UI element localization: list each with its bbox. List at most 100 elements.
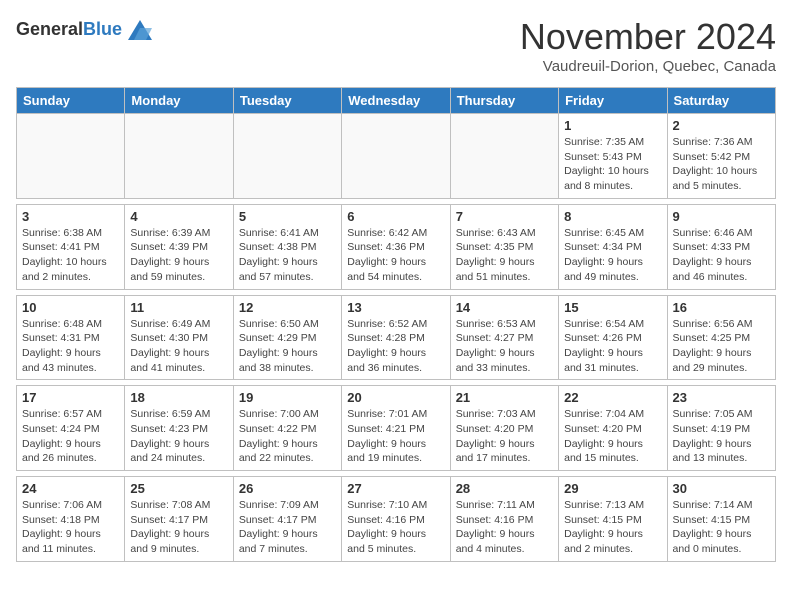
week-row-2: 3Sunrise: 6:38 AM Sunset: 4:41 PM Daylig… (17, 204, 776, 289)
day-cell: 11 Sunrise: 6:49 AM Sunset: 4:30 PM Dayli… (125, 295, 233, 380)
day-cell (342, 114, 450, 199)
day-info: Sunrise: 7:05 AM Sunset: 4:19 PM Dayligh… (673, 407, 770, 466)
weekday-header-thursday: Thursday (450, 88, 558, 114)
day-info: Sunrise: 7:00 AM Sunset: 4:22 PM Dayligh… (239, 407, 336, 466)
logo: GeneralBlue (16, 16, 156, 44)
day-number: 27 (347, 481, 444, 496)
day-info: Sunrise: 6:43 AM Sunset: 4:35 PM Dayligh… (456, 226, 553, 285)
day-info: Sunrise: 6:53 AM Sunset: 4:27 PM Dayligh… (456, 317, 553, 376)
day-number: 6 (347, 209, 444, 224)
day-number: 17 (22, 390, 119, 405)
day-number: 16 (673, 300, 770, 315)
day-number: 14 (456, 300, 553, 315)
day-info: Sunrise: 6:57 AM Sunset: 4:24 PM Dayligh… (22, 407, 119, 466)
day-number: 20 (347, 390, 444, 405)
day-info: Sunrise: 7:06 AM Sunset: 4:18 PM Dayligh… (22, 498, 119, 557)
day-number: 11 (130, 300, 227, 315)
day-info: Sunrise: 7:10 AM Sunset: 4:16 PM Dayligh… (347, 498, 444, 557)
day-number: 30 (673, 481, 770, 496)
logo-general-text: General (16, 19, 83, 39)
day-number: 10 (22, 300, 119, 315)
day-cell (125, 114, 233, 199)
day-cell: 2 Sunrise: 7:36 AM Sunset: 5:42 PM Daylig… (667, 114, 775, 199)
weekday-header-monday: Monday (125, 88, 233, 114)
day-number: 8 (564, 209, 661, 224)
day-cell: 10 Sunrise: 6:48 AM Sunset: 4:31 PM Dayli… (17, 295, 125, 380)
day-cell (17, 114, 125, 199)
day-info: Sunrise: 6:42 AM Sunset: 4:36 PM Dayligh… (347, 226, 444, 285)
day-cell: 28 Sunrise: 7:11 AM Sunset: 4:16 PM Dayli… (450, 477, 558, 562)
week-row-4: 17 Sunrise: 6:57 AM Sunset: 4:24 PM Dayli… (17, 386, 776, 471)
title-block: November 2024 Vaudreuil-Dorion, Quebec, … (520, 16, 776, 75)
day-cell: 23Sunrise: 7:05 AM Sunset: 4:19 PM Dayli… (667, 386, 775, 471)
day-info: Sunrise: 6:59 AM Sunset: 4:23 PM Dayligh… (130, 407, 227, 466)
day-cell: 30 Sunrise: 7:14 AM Sunset: 4:15 PM Dayli… (667, 477, 775, 562)
day-cell: 15 Sunrise: 6:54 AM Sunset: 4:26 PM Dayli… (559, 295, 667, 380)
day-number: 25 (130, 481, 227, 496)
day-number: 24 (22, 481, 119, 496)
day-cell: 4 Sunrise: 6:39 AM Sunset: 4:39 PM Daylig… (125, 204, 233, 289)
day-info: Sunrise: 7:03 AM Sunset: 4:20 PM Dayligh… (456, 407, 553, 466)
day-info: Sunrise: 6:39 AM Sunset: 4:39 PM Dayligh… (130, 226, 227, 285)
location: Vaudreuil-Dorion, Quebec, Canada (520, 58, 776, 75)
day-info: Sunrise: 6:49 AM Sunset: 4:30 PM Dayligh… (130, 317, 227, 376)
day-cell: 12 Sunrise: 6:50 AM Sunset: 4:29 PM Dayli… (233, 295, 341, 380)
day-cell (233, 114, 341, 199)
day-number: 21 (456, 390, 553, 405)
day-number: 29 (564, 481, 661, 496)
day-number: 22 (564, 390, 661, 405)
day-number: 28 (456, 481, 553, 496)
week-row-3: 10 Sunrise: 6:48 AM Sunset: 4:31 PM Dayli… (17, 295, 776, 380)
month-title: November 2024 (520, 16, 776, 58)
day-cell: 26 Sunrise: 7:09 AM Sunset: 4:17 PM Dayli… (233, 477, 341, 562)
logo-blue-text: Blue (83, 19, 122, 39)
day-info: Sunrise: 6:52 AM Sunset: 4:28 PM Dayligh… (347, 317, 444, 376)
day-number: 9 (673, 209, 770, 224)
day-number: 4 (130, 209, 227, 224)
day-number: 12 (239, 300, 336, 315)
day-cell: 6 Sunrise: 6:42 AM Sunset: 4:36 PM Daylig… (342, 204, 450, 289)
day-cell: 8 Sunrise: 6:45 AM Sunset: 4:34 PM Daylig… (559, 204, 667, 289)
day-info: Sunrise: 7:09 AM Sunset: 4:17 PM Dayligh… (239, 498, 336, 557)
day-info: Sunrise: 7:13 AM Sunset: 4:15 PM Dayligh… (564, 498, 661, 557)
day-info: Sunrise: 6:41 AM Sunset: 4:38 PM Dayligh… (239, 226, 336, 285)
day-info: Sunrise: 7:35 AM Sunset: 5:43 PM Dayligh… (564, 135, 661, 194)
day-info: Sunrise: 7:36 AM Sunset: 5:42 PM Dayligh… (673, 135, 770, 194)
day-number: 13 (347, 300, 444, 315)
weekday-header-wednesday: Wednesday (342, 88, 450, 114)
day-number: 26 (239, 481, 336, 496)
day-cell: 7Sunrise: 6:43 AM Sunset: 4:35 PM Daylig… (450, 204, 558, 289)
weekday-header-saturday: Saturday (667, 88, 775, 114)
day-number: 2 (673, 118, 770, 133)
weekday-header-row: SundayMondayTuesdayWednesdayThursdayFrid… (17, 88, 776, 114)
day-cell: 22Sunrise: 7:04 AM Sunset: 4:20 PM Dayli… (559, 386, 667, 471)
day-info: Sunrise: 6:56 AM Sunset: 4:25 PM Dayligh… (673, 317, 770, 376)
logo-icon (124, 16, 156, 44)
day-cell: 14 Sunrise: 6:53 AM Sunset: 4:27 PM Dayli… (450, 295, 558, 380)
day-cell (450, 114, 558, 199)
day-info: Sunrise: 7:01 AM Sunset: 4:21 PM Dayligh… (347, 407, 444, 466)
day-info: Sunrise: 6:50 AM Sunset: 4:29 PM Dayligh… (239, 317, 336, 376)
day-number: 18 (130, 390, 227, 405)
day-number: 3 (22, 209, 119, 224)
day-number: 15 (564, 300, 661, 315)
day-cell: 3Sunrise: 6:38 AM Sunset: 4:41 PM Daylig… (17, 204, 125, 289)
day-cell: 17 Sunrise: 6:57 AM Sunset: 4:24 PM Dayli… (17, 386, 125, 471)
week-row-5: 24 Sunrise: 7:06 AM Sunset: 4:18 PM Dayli… (17, 477, 776, 562)
day-info: Sunrise: 7:11 AM Sunset: 4:16 PM Dayligh… (456, 498, 553, 557)
day-info: Sunrise: 6:54 AM Sunset: 4:26 PM Dayligh… (564, 317, 661, 376)
day-cell: 25 Sunrise: 7:08 AM Sunset: 4:17 PM Dayli… (125, 477, 233, 562)
day-info: Sunrise: 7:14 AM Sunset: 4:15 PM Dayligh… (673, 498, 770, 557)
day-cell: 18 Sunrise: 6:59 AM Sunset: 4:23 PM Dayli… (125, 386, 233, 471)
day-cell: 21 Sunrise: 7:03 AM Sunset: 4:20 PM Dayli… (450, 386, 558, 471)
day-number: 5 (239, 209, 336, 224)
weekday-header-sunday: Sunday (17, 88, 125, 114)
day-info: Sunrise: 6:45 AM Sunset: 4:34 PM Dayligh… (564, 226, 661, 285)
weekday-header-friday: Friday (559, 88, 667, 114)
day-info: Sunrise: 6:46 AM Sunset: 4:33 PM Dayligh… (673, 226, 770, 285)
day-cell: 20 Sunrise: 7:01 AM Sunset: 4:21 PM Dayli… (342, 386, 450, 471)
day-cell: 9 Sunrise: 6:46 AM Sunset: 4:33 PM Daylig… (667, 204, 775, 289)
day-info: Sunrise: 6:48 AM Sunset: 4:31 PM Dayligh… (22, 317, 119, 376)
day-cell: 24 Sunrise: 7:06 AM Sunset: 4:18 PM Dayli… (17, 477, 125, 562)
day-info: Sunrise: 7:08 AM Sunset: 4:17 PM Dayligh… (130, 498, 227, 557)
